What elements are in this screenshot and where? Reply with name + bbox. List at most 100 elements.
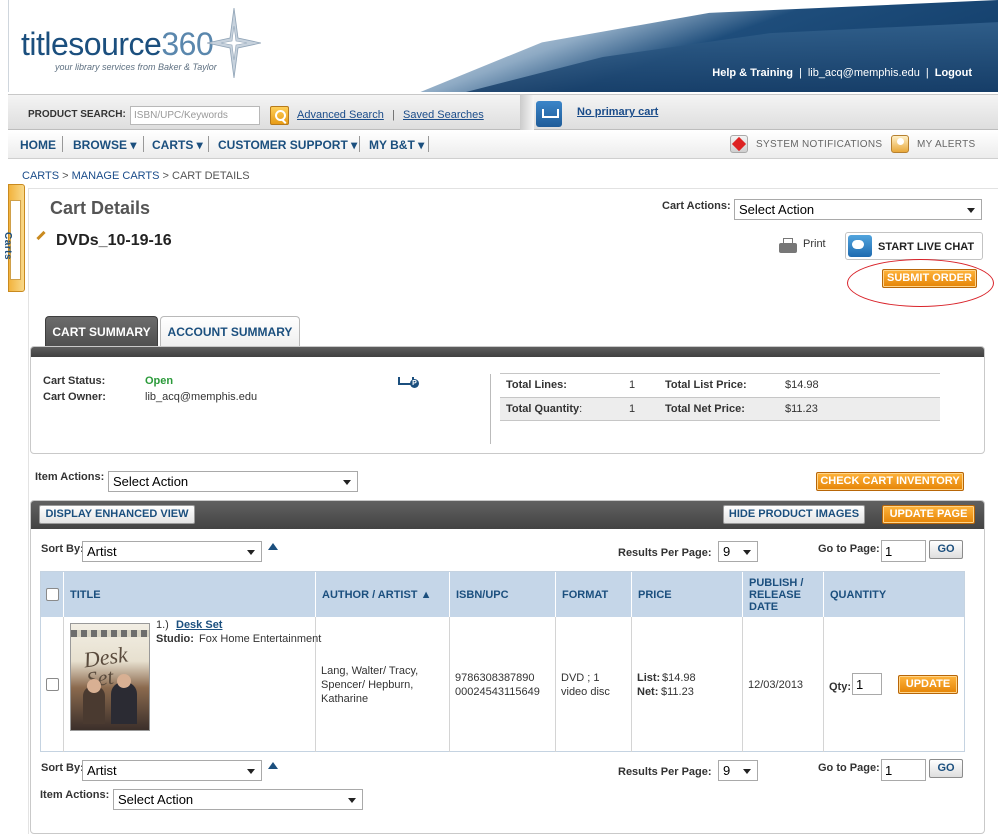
item-actions-select-bottom[interactable]: Select Action (113, 789, 363, 810)
annotation-circle (847, 259, 994, 307)
total-lines-label: Total Lines: (506, 379, 567, 391)
compass-star-icon (207, 8, 261, 78)
release-date-value: 12/03/2013 (748, 679, 804, 691)
shopping-cart-icon[interactable] (536, 101, 562, 127)
nav-my-bt[interactable]: MY B&T ▾ (369, 138, 424, 152)
select-all-checkbox[interactable] (46, 588, 59, 601)
isbn-value: 9786308387890 (455, 672, 535, 684)
tab-cart-summary[interactable]: CART SUMMARY (45, 316, 158, 346)
summary-divider (490, 374, 491, 444)
link-separator: | (392, 109, 395, 121)
logout-link[interactable]: Logout (935, 67, 972, 79)
alert-user-icon[interactable] (891, 135, 909, 153)
total-lines-value: 1 (629, 379, 636, 391)
header-author-artist[interactable]: AUTHOR / ARTIST ▲ (315, 572, 449, 617)
check-cart-inventory-button[interactable]: CHECK CART INVENTORY (816, 472, 964, 491)
start-live-chat-button[interactable]: START LIVE CHAT (845, 232, 983, 260)
go-to-page-input-bottom[interactable]: 1 (881, 759, 926, 781)
sort-by-select-bottom[interactable]: Artist (82, 760, 262, 781)
nav-home[interactable]: HOME (20, 138, 56, 152)
header-title[interactable]: TITLE (63, 572, 315, 617)
display-enhanced-view-button[interactable]: DISPLAY ENHANCED VIEW (39, 505, 195, 524)
search-icon[interactable] (270, 106, 289, 125)
studio-label: Studio: (156, 633, 194, 645)
table-header: TITLE AUTHOR / ARTIST ▲ ISBN/UPC FORMAT … (41, 572, 964, 617)
breadcrumb-carts[interactable]: CARTS (22, 170, 59, 182)
column-divider (631, 617, 632, 752)
cart-name: DVDs_10-19-16 (56, 232, 172, 249)
product-cover-image[interactable]: Desk Set (70, 623, 150, 731)
cart-owner-label: Cart Owner: (43, 391, 106, 403)
site-logo[interactable]: titlesource360 (21, 26, 214, 63)
results-per-page-select[interactable]: 9 (718, 541, 758, 562)
item-actions-select[interactable]: Select Action (108, 471, 358, 492)
system-notification-icon[interactable] (730, 135, 748, 153)
my-alerts-link[interactable]: MY ALERTS (917, 139, 975, 150)
row-number: 1.) (156, 619, 169, 631)
go-button[interactable]: GO (929, 540, 963, 559)
chat-bubble-icon (848, 235, 872, 257)
results-per-page-select-bottom[interactable]: 9 (718, 760, 758, 781)
primary-cart-link[interactable]: No primary cart (577, 106, 658, 118)
studio-value: Fox Home Entertainment (199, 633, 322, 645)
header-publish-release-date[interactable]: PUBLISH / RELEASE DATE (742, 572, 823, 617)
results-per-page-label: Results Per Page: (618, 547, 712, 559)
upc-value: 00024543115649 (455, 686, 540, 698)
header-quantity[interactable]: QUANTITY (823, 572, 964, 617)
update-page-button[interactable]: UPDATE PAGE (882, 505, 975, 524)
sort-ascending-icon[interactable] (268, 762, 278, 769)
header-format[interactable]: FORMAT (555, 572, 631, 617)
column-divider (449, 617, 450, 752)
go-button-bottom[interactable]: GO (929, 759, 963, 778)
help-training-link[interactable]: Help & Training (712, 67, 793, 79)
product-title-link[interactable]: Desk Set (176, 618, 222, 632)
search-bar: PRODUCT SEARCH: Advanced Search | Saved … (8, 94, 998, 130)
list-price-value: $14.98 (662, 672, 696, 684)
sort-by-select[interactable]: Artist (82, 541, 262, 562)
nav-customer-support[interactable]: CUSTOMER SUPPORT ▾ (218, 138, 357, 152)
format-value: DVD ; 1 video disc (561, 672, 610, 698)
tab-account-summary[interactable]: ACCOUNT SUMMARY (160, 316, 300, 346)
sort-ascending-icon[interactable] (268, 543, 278, 550)
system-notifications-link[interactable]: SYSTEM NOTIFICATIONS (756, 139, 882, 150)
product-search-input[interactable] (130, 106, 260, 125)
item-actions-label-bottom: Item Actions: (40, 789, 110, 801)
nav-browse[interactable]: BROWSE ▾ (73, 138, 136, 152)
quantity-input[interactable]: 1 (852, 673, 882, 695)
site-header: titlesource360 your library services fro… (8, 0, 998, 92)
go-to-page-input[interactable]: 1 (881, 540, 926, 562)
toolbar-divider (520, 95, 534, 130)
advanced-search-link[interactable]: Advanced Search (297, 109, 384, 121)
hide-product-images-button[interactable]: HIDE PRODUCT IMAGES (723, 505, 865, 524)
cart-owner-value: lib_acq@memphis.edu (145, 391, 258, 403)
column-divider (823, 617, 824, 752)
live-chat-label: START LIVE CHAT (878, 241, 975, 253)
pencil-icon[interactable] (36, 230, 46, 241)
carts-side-tab-label: Carts (2, 232, 13, 261)
update-quantity-button[interactable]: UPDATE (898, 675, 958, 694)
breadcrumb-manage-carts[interactable]: MANAGE CARTS (72, 170, 160, 182)
nav-carts[interactable]: CARTS ▾ (152, 138, 203, 152)
primary-cart-icon[interactable] (398, 377, 419, 389)
site-tagline: your library services from Baker & Taylo… (55, 62, 217, 72)
quantity-label: Qty: (829, 681, 851, 693)
nav-separator (359, 136, 360, 152)
nav-separator (208, 136, 209, 152)
cart-status-label: Cart Status: (43, 375, 106, 387)
header-isbn-upc[interactable]: ISBN/UPC (449, 572, 555, 617)
go-to-page-label-bottom: Go to Page: (818, 762, 880, 774)
saved-searches-link[interactable]: Saved Searches (403, 109, 484, 121)
results-per-page-label-bottom: Results Per Page: (618, 766, 712, 778)
column-divider (63, 617, 64, 752)
row-select-checkbox[interactable] (46, 678, 59, 691)
header-price[interactable]: PRICE (631, 572, 742, 617)
cart-actions-select[interactable]: Select Action (734, 199, 982, 220)
total-net-price-value: $11.23 (785, 403, 818, 415)
print-link[interactable]: Print (803, 238, 826, 250)
main-nav: HOME BROWSE ▾ CARTS ▾ CUSTOMER SUPPORT ▾… (8, 131, 998, 159)
cart-actions-label: Cart Actions: (662, 200, 731, 212)
column-divider (742, 617, 743, 752)
printer-icon[interactable] (779, 238, 797, 256)
total-list-price-value: $14.98 (785, 379, 819, 391)
content-left-border (28, 188, 29, 834)
